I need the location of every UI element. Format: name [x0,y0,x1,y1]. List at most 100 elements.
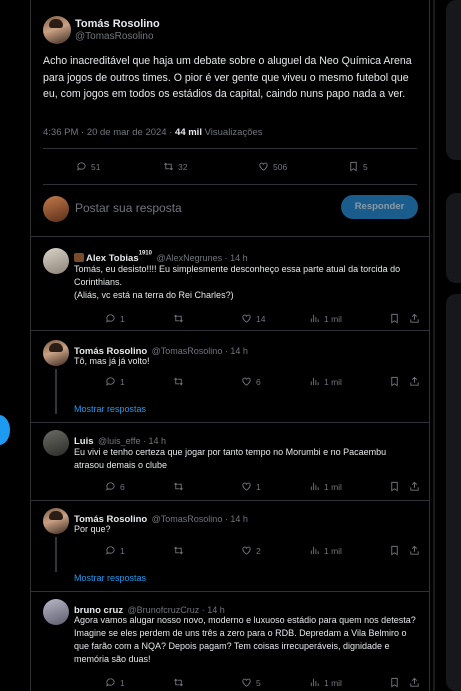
share-button[interactable] [409,677,424,688]
like-count: 6 [256,376,261,387]
right-sidebar-card [446,294,461,691]
share-button[interactable] [428,161,429,172]
views-label: Visualizações [201,127,263,138]
avatar[interactable] [43,430,69,456]
share-icon [410,545,419,555]
retweet-icon [174,482,183,491]
retweet-button[interactable]: 32 [163,161,258,172]
show-replies-link[interactable]: Mostrar respostas [74,404,146,414]
reply-icon [77,162,86,171]
bookmark-button[interactable] [389,481,409,492]
retweet-icon [174,678,183,687]
reply-input[interactable]: Postar sua resposta [75,201,182,215]
views-count: 1 mil [324,677,342,688]
current-user-avatar[interactable] [43,196,69,222]
show-replies-link[interactable]: Mostrar respostas [74,573,146,583]
reply-count: 6 [120,481,125,492]
retweet-button[interactable] [173,677,241,688]
tweet-timestamp[interactable]: 4:36 PM · 20 de mar de 2024 · [43,127,175,138]
share-button[interactable] [409,481,424,492]
reply-actions: 1 6 1 mil [105,376,424,387]
views-button[interactable]: 1 mil [309,677,389,688]
like-button[interactable]: 2 [241,545,309,556]
bookmark-icon [391,376,398,387]
author-handle[interactable]: @AlexNegrunes · 14 h [156,253,247,263]
reply-button[interactable]: 1 [105,313,173,324]
views-button[interactable]: 1 mil [309,481,389,492]
views-button[interactable]: 1 mil [309,545,389,556]
divider [31,236,429,237]
avatar[interactable] [43,599,69,625]
avatar[interactable] [43,248,69,274]
reply-text: Por que? [74,524,111,534]
reply-button[interactable]: 1 [105,545,173,556]
reply-count: 1 [120,313,125,324]
views-icon [310,377,319,386]
reply-button[interactable]: 51 [76,161,163,172]
views-button[interactable]: 1 mil [309,376,389,387]
views-icon [310,546,319,555]
like-count: 5 [256,677,261,688]
thread-line [55,369,57,414]
like-count: 14 [256,313,266,324]
avatar[interactable] [43,508,69,534]
views-count: 1 mil [324,481,342,492]
share-icon [410,481,419,491]
reply-actions: 6 1 1 mil [105,481,424,492]
bookmark-button[interactable] [389,677,409,688]
bookmark-icon [391,545,398,556]
like-button[interactable]: 6 [241,376,309,387]
bookmark-icon [391,677,398,688]
heart-icon [242,678,251,687]
share-button[interactable] [409,376,424,387]
views-count: 1 mil [324,376,342,387]
divider [31,591,429,592]
retweet-icon [174,546,183,555]
reply-button[interactable]: 1 [105,376,173,387]
reply-text: Tomás, eu desisto!!!! Eu simplesmente de… [74,264,401,300]
reply-button[interactable]: 1 [105,677,173,688]
bookmark-icon [391,313,398,324]
reply-actions: 1 14 1 mil [105,313,424,324]
retweet-button[interactable] [173,313,241,324]
bookmark-button[interactable] [389,545,409,556]
bookmark-button[interactable] [389,313,409,324]
views-count: 44 mil [175,127,202,138]
like-button[interactable]: 5 [241,677,309,688]
reply-actions: 1 2 1 mil [105,545,424,556]
avatar[interactable] [43,340,69,366]
author-name[interactable]: Tomás Rosolino [75,18,160,30]
reply-text: Agora vamos alugar nosso novo, moderno e… [74,615,416,664]
heart-icon [242,314,251,323]
reply-count: 1 [120,376,125,387]
heart-icon [242,546,251,555]
share-icon [410,313,419,323]
retweet-count: 32 [178,161,188,172]
views-button[interactable]: 1 mil [309,313,389,324]
share-button[interactable] [409,313,424,324]
retweet-button[interactable] [173,545,241,556]
flag-icon [74,253,84,262]
reply-icon [106,482,115,491]
reply-icon [106,377,115,386]
like-button[interactable]: 506 [258,161,348,172]
scrollbar[interactable] [433,0,435,691]
divider [31,500,429,501]
author-handle[interactable]: @TomasRosolino [75,31,154,42]
like-button[interactable]: 1 [241,481,309,492]
heart-icon [259,162,268,171]
retweet-icon [174,314,183,323]
share-button[interactable] [409,545,424,556]
bookmark-button[interactable] [389,376,409,387]
avatar[interactable] [43,16,71,44]
retweet-button[interactable] [173,481,241,492]
author-handle[interactable]: @luis_effe · 14 h [98,436,166,446]
reply-submit-button[interactable]: Responder [341,195,418,219]
reply-button[interactable]: 6 [105,481,173,492]
bookmark-icon [391,481,398,492]
bookmark-button[interactable]: 5 [348,161,428,172]
heart-icon [242,377,251,386]
like-button[interactable]: 14 [241,313,309,324]
right-sidebar-card [446,0,461,160]
retweet-button[interactable] [173,376,241,387]
